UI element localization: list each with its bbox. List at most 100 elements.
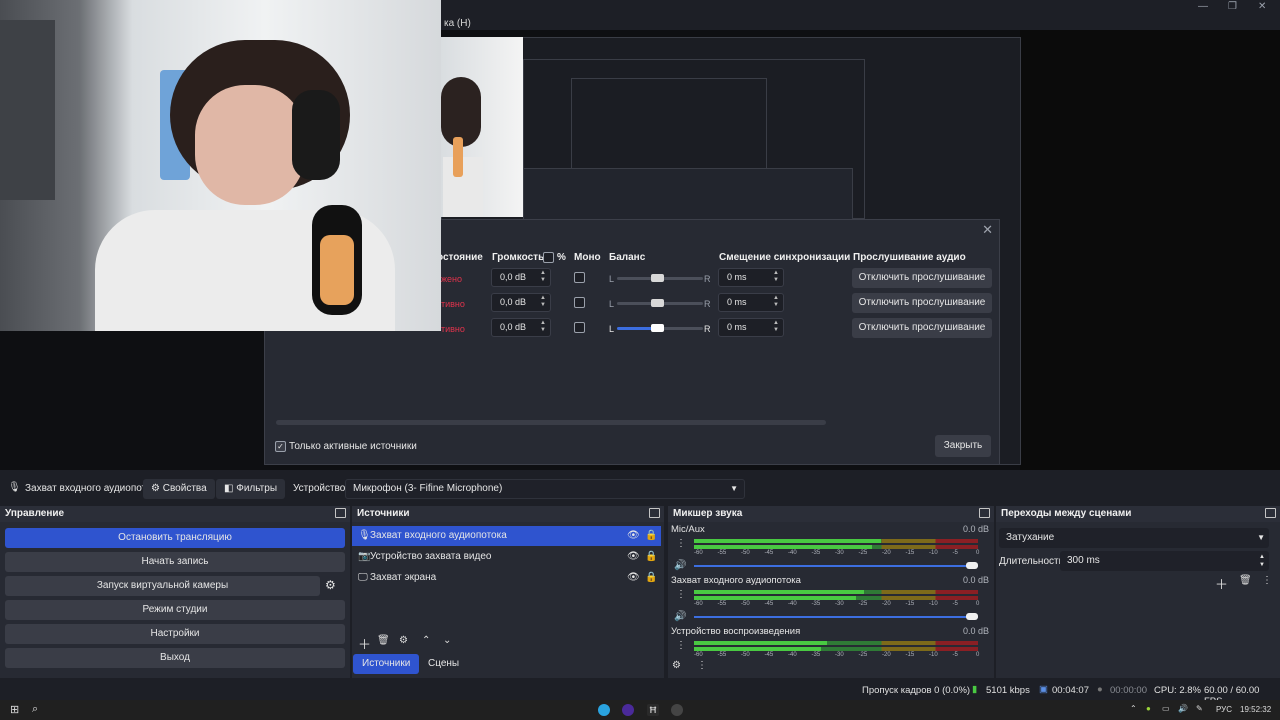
spin-arrows-icon[interactable]: ▲ ▼ xyxy=(773,270,779,284)
device-label: Устройство xyxy=(293,483,346,494)
arrow-up-icon[interactable]: ⌃ xyxy=(422,635,430,646)
balance-knob[interactable] xyxy=(651,324,664,332)
pen-icon[interactable]: ✎ xyxy=(1196,704,1203,713)
start-recording-button[interactable]: Начать запись xyxy=(5,552,345,572)
filters-button[interactable]: ◧ Фильтры xyxy=(216,479,286,499)
undock-icon[interactable] xyxy=(335,508,346,518)
network-icon[interactable]: ▭ xyxy=(1162,704,1170,713)
sync-input[interactable]: 0 ms ▲ ▼ xyxy=(718,318,784,337)
volume-knob[interactable] xyxy=(966,562,978,569)
lock-icon[interactable]: 🔒 xyxy=(645,568,657,588)
undock-icon[interactable] xyxy=(979,508,990,518)
opera-icon[interactable] xyxy=(622,704,634,716)
eye-icon[interactable]: 👁 xyxy=(627,526,640,546)
only-active-checkbox[interactable]: ✓ xyxy=(275,441,286,452)
tab-scenes[interactable]: Сцены xyxy=(419,654,468,674)
monitor-button[interactable]: Отключить прослушивание xyxy=(852,318,992,338)
close-window-button[interactable]: ✕ xyxy=(1258,1,1266,12)
more-icon[interactable]: ⋮ xyxy=(676,640,686,651)
volume-icon[interactable]: 🔊 xyxy=(1178,704,1188,713)
volume-knob[interactable] xyxy=(966,613,978,620)
meter-scale-label: -50 xyxy=(741,550,750,556)
duration-input[interactable]: 300 ms ▲ ▼ xyxy=(1060,551,1269,571)
volume-input[interactable]: 0,0 dB ▲ ▼ xyxy=(491,268,551,287)
stop-stream-button[interactable]: Остановить трансляцию xyxy=(5,528,345,548)
meter-scale-label: -20 xyxy=(882,601,891,607)
tab-sources[interactable]: Источники xyxy=(353,654,420,674)
transition-select[interactable]: Затухание ▼ xyxy=(999,528,1269,548)
clock[interactable]: 19:52:32 xyxy=(1240,705,1271,714)
device-select[interactable]: Микрофон (3- Fifine Microphone) ▼ xyxy=(345,479,745,499)
nested-window-3 xyxy=(571,78,767,170)
arrow-down-icon[interactable]: ⌄ xyxy=(443,635,451,646)
balance-knob[interactable] xyxy=(651,299,664,307)
dialog-close-button[interactable]: Закрыть xyxy=(935,435,991,457)
trash-icon[interactable]: 🗑 xyxy=(377,635,390,646)
monitor-button[interactable]: Отключить прослушивание xyxy=(852,268,992,288)
spin-arrows-icon[interactable]: ▲ ▼ xyxy=(540,270,546,284)
studio-mode-button[interactable]: Режим студии xyxy=(5,600,345,620)
trash-icon[interactable]: 🗑 xyxy=(1239,575,1252,586)
spin-arrows-icon[interactable]: ▲ ▼ xyxy=(540,320,546,334)
speaker-icon[interactable]: 🔊 xyxy=(674,560,686,571)
eye-icon[interactable]: 👁 xyxy=(627,568,640,588)
add-icon[interactable]: ＋ xyxy=(1215,574,1228,593)
minimize-button[interactable]: — xyxy=(1198,1,1208,12)
source-item[interactable]: 📷 Устройство захвата видео 👁 🔒 xyxy=(352,547,661,567)
gear-icon[interactable]: ⚙ xyxy=(399,635,408,646)
bitrate: 5101 kbps xyxy=(986,685,1030,696)
gear-icon[interactable]: ⚙ xyxy=(672,660,681,671)
telegram-icon[interactable] xyxy=(598,704,610,716)
maximize-button[interactable]: ❐ xyxy=(1228,1,1237,12)
volume-input[interactable]: 0,0 dB ▲ ▼ xyxy=(491,318,551,337)
mono-checkbox[interactable] xyxy=(574,297,585,308)
properties-button[interactable]: ⚙ Свойства xyxy=(143,479,215,499)
app-icon[interactable]: Ħ xyxy=(647,704,659,716)
more-icon[interactable]: ⋮ xyxy=(697,660,707,671)
windows-start-icon[interactable]: ⊞ xyxy=(10,703,19,716)
exit-button[interactable]: Выход xyxy=(5,648,345,668)
more-icon[interactable]: ⋮ xyxy=(676,589,686,600)
volume-slider[interactable] xyxy=(694,565,978,567)
undock-icon[interactable] xyxy=(1265,508,1276,518)
level-meter-fill xyxy=(694,647,821,651)
settings-button[interactable]: Настройки xyxy=(5,624,345,644)
obs-icon[interactable] xyxy=(671,704,683,716)
horizontal-scrollbar[interactable] xyxy=(276,420,826,425)
close-icon[interactable]: ✕ xyxy=(982,222,993,238)
balance-knob[interactable] xyxy=(651,274,664,282)
sync-input[interactable]: 0 ms ▲ ▼ xyxy=(718,268,784,287)
monitor-button[interactable]: Отключить прослушивание xyxy=(852,293,992,313)
search-icon[interactable]: ⌕ xyxy=(32,703,38,716)
transition-value: Затухание xyxy=(1006,532,1055,543)
mono-checkbox[interactable] xyxy=(574,322,585,333)
spin-arrows-icon[interactable]: ▲ ▼ xyxy=(540,295,546,309)
language-indicator[interactable]: РУС xyxy=(1216,705,1232,714)
more-icon[interactable]: ⋮ xyxy=(676,538,686,549)
meter-scale-label: -5 xyxy=(952,652,958,658)
menu-fragment[interactable]: ка (H) xyxy=(444,18,471,29)
mono-checkbox[interactable] xyxy=(574,272,585,283)
percent-checkbox[interactable] xyxy=(543,252,554,263)
gear-icon[interactable]: ⚙ xyxy=(325,578,336,592)
add-icon[interactable]: ＋ xyxy=(358,634,371,653)
lock-icon[interactable]: 🔒 xyxy=(645,526,657,546)
volume-input[interactable]: 0,0 dB ▲ ▼ xyxy=(491,293,551,312)
virtual-camera-button[interactable]: Запуск виртуальной камеры xyxy=(5,576,320,596)
meter-scale-label: -35 xyxy=(811,550,821,556)
undock-icon[interactable] xyxy=(649,508,660,518)
spin-arrows-icon[interactable]: ▲ ▼ xyxy=(773,295,779,309)
more-icon[interactable]: ⋮ xyxy=(1262,575,1272,586)
spin-arrows-icon[interactable]: ▲ ▼ xyxy=(1259,553,1265,569)
tray-chevron-icon[interactable]: ⌃ xyxy=(1130,704,1137,713)
source-item[interactable]: 🎙 Захват входного аудиопотока 👁 🔒 xyxy=(352,526,661,546)
eye-icon[interactable]: 👁 xyxy=(627,547,640,567)
channel-db: 0.0 dB xyxy=(962,626,989,636)
spin-arrows-icon[interactable]: ▲ ▼ xyxy=(773,320,779,334)
volume-slider[interactable] xyxy=(694,616,978,618)
tray-app-icon[interactable]: ● xyxy=(1146,704,1151,713)
sync-input[interactable]: 0 ms ▲ ▼ xyxy=(718,293,784,312)
source-item[interactable]: 🖵 Захват экрана 👁 🔒 xyxy=(352,568,661,588)
lock-icon[interactable]: 🔒 xyxy=(645,547,657,567)
speaker-icon[interactable]: 🔊 xyxy=(674,611,686,622)
